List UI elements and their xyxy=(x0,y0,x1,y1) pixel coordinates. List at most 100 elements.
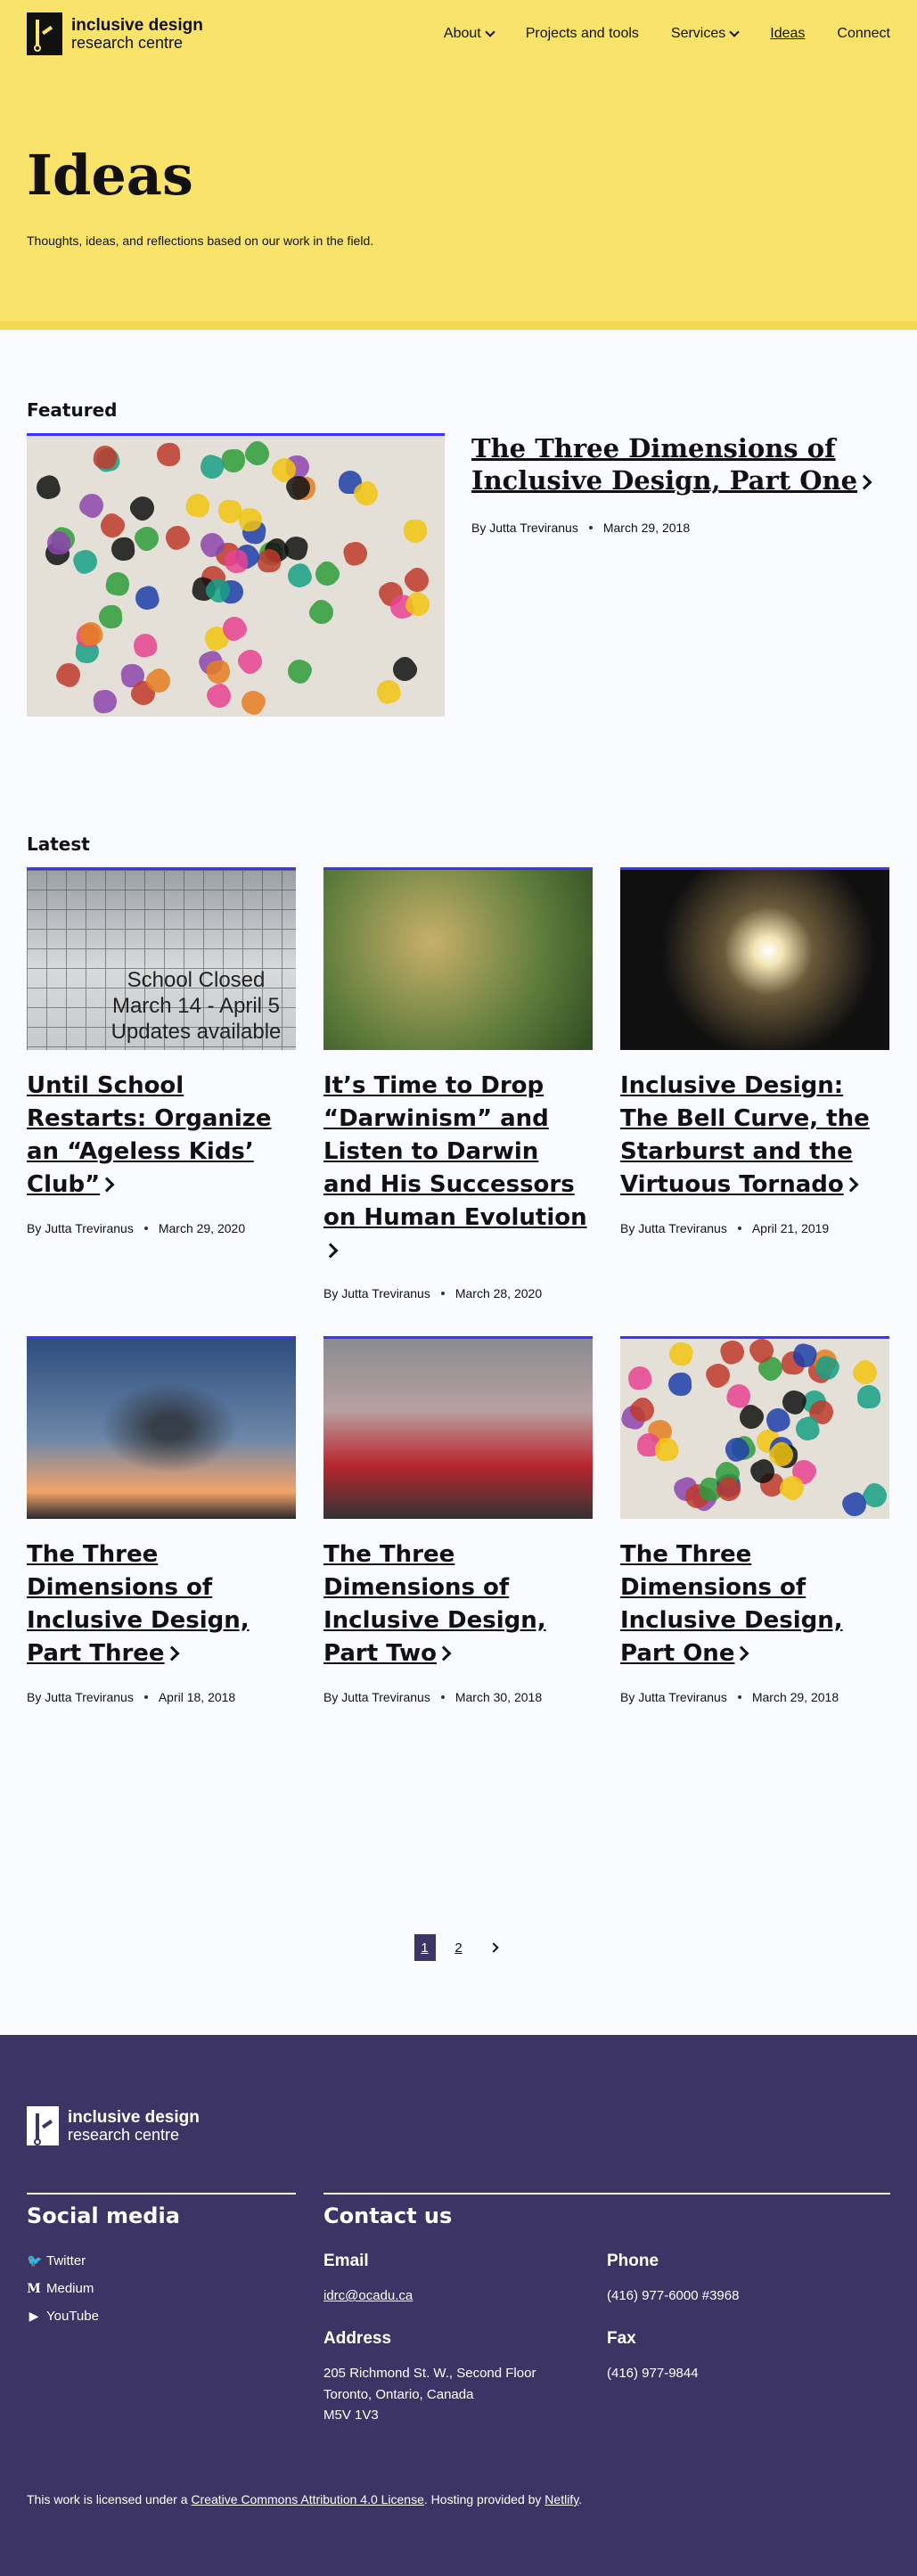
article-title-link[interactable]: The Three Dimensions of Inclusive Design… xyxy=(323,1538,593,1670)
latest-section: Latest School Closed March 14 - April 5 … xyxy=(27,833,890,1740)
handprint-mark xyxy=(184,491,212,520)
social-youtube[interactable]: ▶ YouTube xyxy=(27,2309,296,2324)
handprint-mark xyxy=(702,1359,734,1392)
handprint-mark xyxy=(717,1339,748,1367)
handprint-mark xyxy=(341,539,370,568)
site-logo[interactable]: inclusive design research centre xyxy=(27,12,203,55)
article-byline: By Jutta Treviranus April 18, 2018 xyxy=(27,1690,236,1705)
contact-heading: Contact us xyxy=(323,2203,453,2228)
netlify-link[interactable]: Netlify xyxy=(544,2492,578,2506)
chevron-down-icon xyxy=(729,27,740,37)
featured-heading: Featured xyxy=(27,399,118,421)
article-image[interactable] xyxy=(323,867,593,1050)
logo-line-1: inclusive design xyxy=(71,15,203,35)
handprint-mark xyxy=(126,491,160,525)
article-title-link[interactable]: It’s Time to Drop “Darwinism” and Listen… xyxy=(323,1070,593,1267)
separator-dot xyxy=(737,1695,741,1700)
article-byline: By Jutta Treviranus April 21, 2019 xyxy=(620,1220,830,1235)
handprint-mark xyxy=(403,519,428,544)
handprint-mark xyxy=(46,530,71,555)
handprint-mark xyxy=(98,604,123,629)
chevron-right-icon xyxy=(487,1942,499,1953)
handprint-mark xyxy=(257,548,282,573)
license-link[interactable]: Creative Commons Attribution 4.0 License xyxy=(191,2492,423,2506)
featured-section: Featured The Three Dimensions of Inclusi… xyxy=(27,399,890,717)
email-link[interactable]: idrc@ocadu.ca xyxy=(323,2288,413,2303)
contact-email: Email idrc@ocadu.ca xyxy=(323,2252,413,2303)
nav-projects[interactable]: Projects and tools xyxy=(526,26,639,42)
article-byline: By Jutta Treviranus March 29, 2020 xyxy=(27,1220,246,1235)
medium-icon: M xyxy=(27,2281,41,2296)
license-note: This work is licensed under a Creative C… xyxy=(27,2492,583,2506)
handprint-mark xyxy=(161,521,193,554)
chevron-right-icon xyxy=(99,1177,115,1193)
separator-dot xyxy=(440,1695,445,1700)
top-bar: inclusive design research centre About P… xyxy=(27,11,890,57)
chevron-right-icon xyxy=(164,1645,180,1661)
nav-ideas[interactable]: Ideas xyxy=(770,26,805,42)
featured-image[interactable] xyxy=(27,433,445,717)
article-image[interactable] xyxy=(620,867,889,1050)
hero-divider xyxy=(0,321,917,330)
pagination: 1 2 xyxy=(0,1934,917,1961)
article-image[interactable] xyxy=(27,1336,296,1520)
handprint-mark xyxy=(133,584,161,612)
handprint-mark xyxy=(283,655,315,687)
image-sign-text: School Closed March 14 - April 5 Updates… xyxy=(111,968,282,1044)
handprint-mark xyxy=(70,546,101,577)
handprint-mark xyxy=(131,522,163,554)
handprint-mark xyxy=(204,658,233,686)
main-nav: About Projects and tools Services Ideas … xyxy=(444,26,890,42)
article-title-link[interactable]: The Three Dimensions of Inclusive Design… xyxy=(620,1538,889,1670)
social-medium[interactable]: M Medium xyxy=(27,2281,296,2296)
chevron-right-icon xyxy=(436,1645,452,1661)
contact-address: Address 205 Richmond St. W., Second Floo… xyxy=(323,2329,536,2423)
article-grid: School Closed March 14 - April 5 Updates… xyxy=(27,867,890,1740)
handprint-mark xyxy=(92,688,119,715)
article-image[interactable]: School Closed March 14 - April 5 Updates… xyxy=(27,867,296,1050)
chevron-right-icon xyxy=(323,1243,339,1259)
separator-dot xyxy=(143,1226,148,1230)
article-title-link[interactable]: Inclusive Design: The Bell Curve, the St… xyxy=(620,1070,889,1202)
youtube-icon: ▶ xyxy=(29,2309,39,2323)
article-title-link[interactable]: The Three Dimensions of Inclusive Design… xyxy=(27,1538,296,1670)
separator-dot xyxy=(440,1292,445,1296)
logo-line-2: research centre xyxy=(71,33,184,52)
twitter-icon: 🐦 xyxy=(27,2253,43,2268)
article-image[interactable] xyxy=(323,1336,593,1520)
chevron-right-icon xyxy=(733,1645,749,1661)
logo-icon xyxy=(27,2106,59,2145)
article-card: The Three Dimensions of Inclusive Design… xyxy=(27,1336,296,1704)
handprint-mark xyxy=(310,557,344,591)
handprint-mark xyxy=(653,1436,680,1464)
article-card: School Closed March 14 - April 5 Updates… xyxy=(27,867,296,1300)
footer-logo[interactable]: inclusive design research centre xyxy=(27,2106,200,2145)
handprint-mark xyxy=(110,536,136,562)
article-card: The Three Dimensions of Inclusive Design… xyxy=(323,1336,593,1704)
nav-about[interactable]: About xyxy=(444,26,495,42)
handprint-mark xyxy=(848,1357,882,1390)
handprint-mark xyxy=(667,1341,695,1368)
chevron-right-icon xyxy=(843,1177,859,1193)
page-1-current[interactable]: 1 xyxy=(413,1934,436,1961)
page-subtitle: Thoughts, ideas, and reflections based o… xyxy=(27,234,374,248)
handprint-mark xyxy=(305,595,339,629)
page-2-link[interactable]: 2 xyxy=(448,1934,470,1961)
nav-connect[interactable]: Connect xyxy=(837,26,890,42)
handprint-mark xyxy=(131,631,160,660)
next-page-button[interactable] xyxy=(482,1934,504,1961)
nav-services[interactable]: Services xyxy=(671,26,740,42)
social-heading: Social media xyxy=(27,2203,180,2228)
logo-icon xyxy=(27,12,62,55)
article-title-link[interactable]: Until School Restarts: Organize an “Agel… xyxy=(27,1070,296,1202)
article-card: Inclusive Design: The Bell Curve, the St… xyxy=(620,867,889,1300)
handprint-mark xyxy=(203,680,235,712)
article-image[interactable] xyxy=(620,1336,889,1520)
featured-title-link[interactable]: The Three Dimensions of Inclusive Design… xyxy=(471,433,872,496)
page-title: Ideas xyxy=(27,143,193,208)
handprint-mark xyxy=(33,472,63,503)
site-footer: inclusive design research centre Social … xyxy=(0,2035,917,2576)
social-twitter[interactable]: 🐦 Twitter xyxy=(27,2253,296,2268)
article-byline: By Jutta Treviranus March 30, 2018 xyxy=(323,1690,543,1705)
handprint-mark xyxy=(76,489,108,521)
